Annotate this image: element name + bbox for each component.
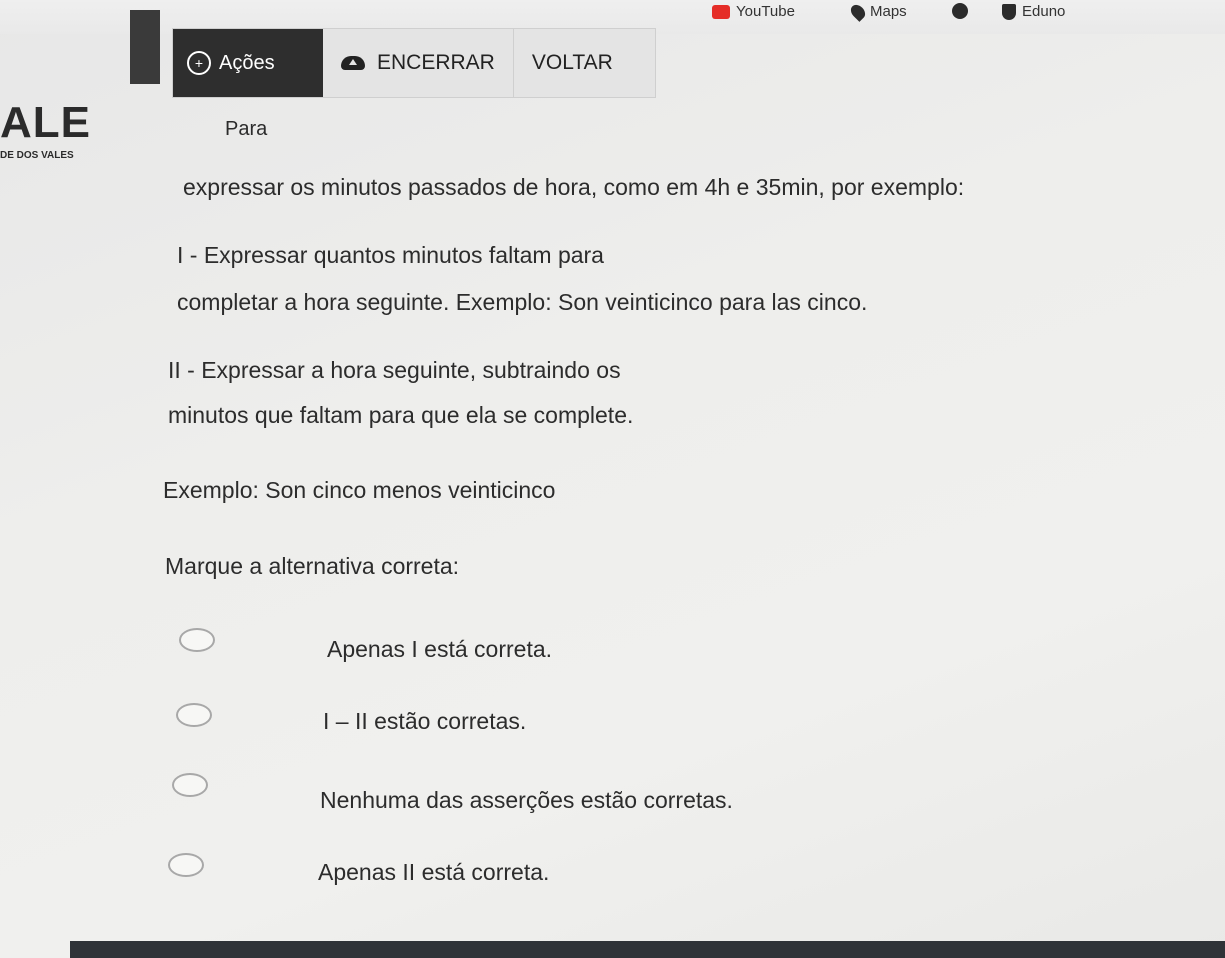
cloud-upload-icon [341, 56, 365, 70]
bookmark-eduno[interactable]: Eduno [1002, 3, 1065, 20]
option-3-label[interactable]: Nenhuma das asserções estão corretas. [320, 787, 733, 814]
question-prompt: Marque a alternativa correta: [165, 553, 460, 579]
sidebar-edge [130, 10, 160, 84]
map-pin-icon [848, 1, 868, 22]
item-2-line-2: minutos que faltam para que ela se compl… [168, 402, 634, 428]
item-1-line-1: I - Expressar quantos minutos faltam par… [177, 242, 604, 268]
question-intro: Para [225, 118, 268, 140]
question-statement: expressar os minutos passados de hora, c… [183, 174, 965, 200]
encerrar-label: ENCERRAR [377, 51, 495, 74]
bookmark-maps[interactable]: Maps [848, 1, 907, 22]
option-4-radio[interactable] [168, 853, 204, 877]
option-4-label[interactable]: Apenas II está correta. [318, 859, 549, 886]
example-text: Exemplo: Son cinco menos veinticinco [163, 477, 556, 503]
item-2-line-1: II - Expressar a hora seguinte, subtrain… [168, 357, 621, 383]
option-2-label[interactable]: I – II estão corretas. [323, 708, 526, 735]
bookmark-maps-label: Maps [870, 3, 907, 20]
acoes-label: Ações [219, 51, 275, 74]
option-3-radio[interactable] [172, 773, 208, 797]
bookmark-youtube[interactable]: YouTube [712, 3, 795, 20]
plus-circle-icon: + [187, 51, 211, 75]
voltar-button[interactable]: VOLTAR [514, 29, 631, 97]
voltar-label: VOLTAR [531, 51, 613, 74]
logo-subtitle: DE DOS VALES [0, 150, 74, 161]
encerrar-button[interactable]: ENCERRAR [323, 29, 514, 97]
bookmark-globe[interactable] [952, 3, 968, 19]
taskbar-edge [70, 941, 1225, 958]
item-1-line-2: completar a hora seguinte. Exemplo: Son … [177, 289, 868, 315]
globe-icon [952, 3, 968, 19]
bookmark-eduno-label: Eduno [1022, 3, 1066, 20]
shield-icon [1002, 3, 1016, 20]
bookmark-youtube-label: YouTube [736, 3, 795, 20]
logo: ALE [0, 98, 91, 147]
option-1-radio[interactable] [179, 628, 215, 652]
acoes-button[interactable]: + Ações [173, 29, 323, 97]
option-2-radio[interactable] [176, 703, 212, 727]
option-1-label[interactable]: Apenas I está correta. [327, 636, 552, 663]
youtube-icon [712, 4, 730, 19]
action-toolbar: + Ações ENCERRAR VOLTAR [172, 28, 656, 98]
